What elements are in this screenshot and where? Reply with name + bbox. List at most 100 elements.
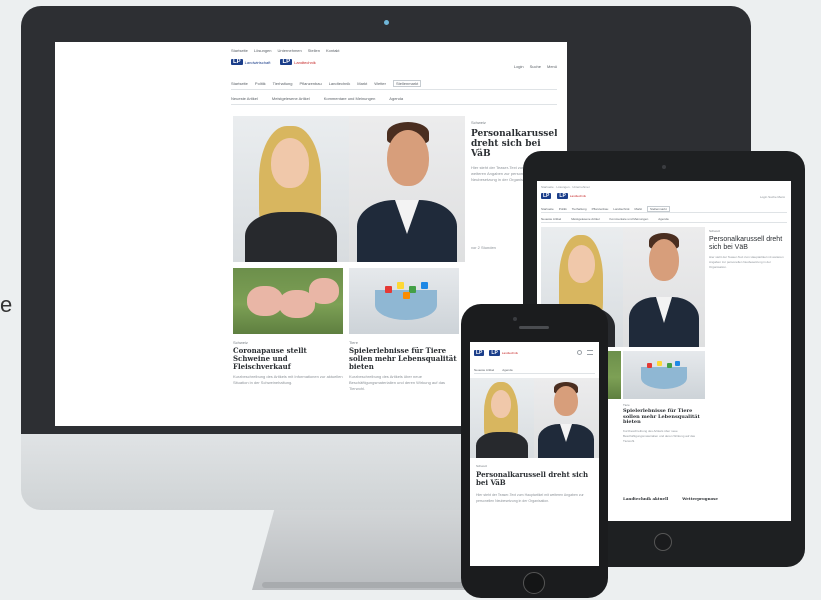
search-icon[interactable]	[577, 350, 582, 355]
logo-row: LP LP Landtechnik	[474, 350, 518, 356]
logo-secondary[interactable]: LP Landtechnik	[489, 350, 518, 356]
subnav-item[interactable]: Meistgelesene Artikel	[272, 96, 310, 101]
card-paragraph: Kurzbeschreibung des Artikels über neue …	[349, 374, 446, 392]
topbar-links: Startseite Lösungen Unternehmen Stellen …	[231, 48, 340, 53]
logo-secondary[interactable]: LP Landtechnik	[280, 59, 316, 65]
nav-item[interactable]: Landtechnik	[613, 207, 629, 211]
menu-icon[interactable]	[587, 350, 593, 355]
nav-item[interactable]: Politik	[255, 81, 266, 86]
topbar-link[interactable]: Kontakt	[326, 48, 340, 53]
article-card[interactable]: Tiere Spielerlebnisse für Tiere sollen m…	[623, 351, 705, 461]
subnav-item[interactable]: Neueste Artikel	[231, 96, 258, 101]
subnav-item[interactable]: Agenda	[658, 217, 668, 221]
card-title[interactable]: Coronapause stellt Schweine und Fleischv…	[233, 346, 343, 370]
article-card[interactable]: Schweiz Coronapause stellt Schweine und …	[233, 268, 343, 426]
speaker-grille	[519, 326, 549, 329]
camera-icon	[662, 165, 666, 169]
mobile-tools	[577, 350, 593, 355]
card-kicker: Tiere	[623, 403, 630, 407]
logo-primary[interactable]: LP	[541, 193, 552, 199]
nav-item[interactable]: Startseite	[231, 81, 248, 86]
camera-icon	[513, 317, 517, 321]
nav-item[interactable]: Politik	[559, 207, 567, 211]
logo-secondary[interactable]: LP Landtechnik	[557, 193, 586, 199]
phone-device: LP LPLandtechnik Neueste Artikel Agenda	[461, 304, 608, 598]
portrait-man	[623, 227, 705, 347]
nav-item[interactable]: Tierhaltung	[273, 81, 293, 86]
nav-item[interactable]: Pflanzenbau	[299, 81, 321, 86]
nav-item[interactable]: Pflanzenbau	[592, 207, 609, 211]
hero-kicker: Schweiz	[471, 120, 486, 125]
nav-item-active[interactable]: Stellenmarkt	[646, 205, 670, 212]
card-title[interactable]: Spielerlebnisse für Tiere sollen mehr Le…	[349, 346, 459, 370]
nav-item[interactable]: Wetter	[374, 81, 386, 86]
article-card[interactable]: Tiere Spielerlebnisse für Tiere sollen m…	[349, 268, 459, 426]
card-image	[623, 351, 705, 399]
sub-nav: Neueste Artikel Meistgelesene Artikel Ko…	[231, 93, 557, 105]
bottom-teasers: Landtechnik aktuell Wetterprognose	[623, 496, 787, 517]
subnav-item[interactable]: Meistgelesene Artikel	[571, 217, 599, 221]
hero-kicker: Schweiz	[709, 229, 721, 233]
camera-icon	[384, 20, 389, 25]
website-mobile: LP LPLandtechnik Neueste Artikel Agenda	[470, 342, 599, 566]
logo-row: LP LP Landtechnik	[541, 193, 586, 199]
logo-row: LP Landwirtschaft LP Landtechnik	[231, 59, 316, 65]
header-tools: Login Suche Menü	[514, 64, 557, 69]
card-paragraph: Kurzbeschreibung des Artikels mit Inform…	[233, 374, 343, 386]
home-button[interactable]	[523, 572, 545, 594]
hero-teaser[interactable]: Schweiz Personalkarussell dreht sich bei…	[709, 229, 787, 345]
bottom-teaser-right[interactable]: Wetterprognose	[682, 496, 718, 517]
logo-primary[interactable]: LP	[474, 350, 485, 356]
topbar-links: Startseite · Lösungen · Unternehmen	[541, 185, 591, 189]
nav-item[interactable]: Landtechnik	[329, 81, 351, 86]
sub-nav: Neueste Artikel Meistgelesene Artikel Ko…	[541, 215, 787, 223]
nav-item[interactable]: Tierhaltung	[572, 207, 587, 211]
sub-nav: Neueste Artikel Agenda	[474, 366, 595, 374]
subnav-item[interactable]: Neueste Artikel	[541, 217, 561, 221]
hero-title[interactable]: Personalkarussell dreht sich bei VäB	[709, 236, 787, 251]
bottom-teaser-left[interactable]: Landtechnik aktuell	[623, 496, 668, 517]
subnav-item[interactable]: Kommentare und Meinungen	[610, 217, 649, 221]
hero-image[interactable]	[233, 116, 465, 262]
topbar-link[interactable]: Stellen	[308, 48, 320, 53]
subnav-item[interactable]: Neueste Artikel	[474, 368, 494, 372]
logo-primary[interactable]: LP Landwirtschaft	[231, 59, 270, 65]
login-link[interactable]: Login	[514, 64, 524, 69]
portrait-woman	[470, 378, 534, 458]
nav-item-active[interactable]: Stellenmarkt	[393, 80, 422, 87]
search-link[interactable]: Suche	[530, 64, 541, 69]
topbar-link[interactable]: Unternehmen	[277, 48, 301, 53]
monitor-foot	[262, 582, 482, 588]
main-nav: Startseite Politik Tierhaltung Pflanzenb…	[231, 78, 557, 90]
hero-paragraph: Hier steht der Teaser-Text zum Hauptarti…	[476, 492, 584, 503]
nav-item[interactable]: Startseite	[541, 207, 554, 211]
portrait-man	[534, 378, 599, 458]
responsive-mockup: e Startseite Lösungen Unternehmen Stelle…	[0, 0, 821, 600]
card-image	[233, 268, 343, 334]
hero-paragraph: Hier steht der Teaser-Text zum Hauptarti…	[709, 255, 784, 270]
hero-kicker: Schweiz	[476, 464, 488, 468]
subnav-item[interactable]: Agenda	[389, 96, 403, 101]
nav-item[interactable]: Markt	[357, 81, 367, 86]
edge-text: e	[0, 292, 13, 317]
main-nav: Startseite Politik Tierhaltung Pflanzenb…	[541, 205, 787, 213]
phone-screen: LP LPLandtechnik Neueste Artikel Agenda	[470, 342, 599, 566]
hero-image[interactable]	[470, 378, 599, 458]
subnav-item[interactable]: Kommentare und Meinungen	[324, 96, 376, 101]
card-kicker: Schweiz	[233, 340, 248, 345]
portrait-man	[349, 116, 465, 262]
hero-teaser[interactable]: Schweiz Personalkarussell dreht sich bei…	[476, 464, 594, 564]
portrait-woman	[233, 116, 349, 262]
home-button[interactable]	[654, 533, 672, 551]
card-paragraph: Kurzbeschreibung des Artikels über neue …	[623, 428, 696, 443]
card-kicker: Tiere	[349, 340, 358, 345]
card-title[interactable]: Spielerlebnisse für Tiere sollen mehr Le…	[623, 408, 705, 426]
menu-link[interactable]: Menü	[547, 64, 557, 69]
header-tools[interactable]: Login Suche Menü	[760, 195, 785, 199]
hero-title[interactable]: Personalkarussell dreht sich bei VäB	[476, 471, 594, 487]
topbar-link[interactable]: Startseite	[231, 48, 248, 53]
card-image	[349, 268, 459, 334]
topbar-link[interactable]: Lösungen	[254, 48, 272, 53]
nav-item[interactable]: Markt	[634, 207, 642, 211]
subnav-item[interactable]: Agenda	[502, 368, 512, 372]
